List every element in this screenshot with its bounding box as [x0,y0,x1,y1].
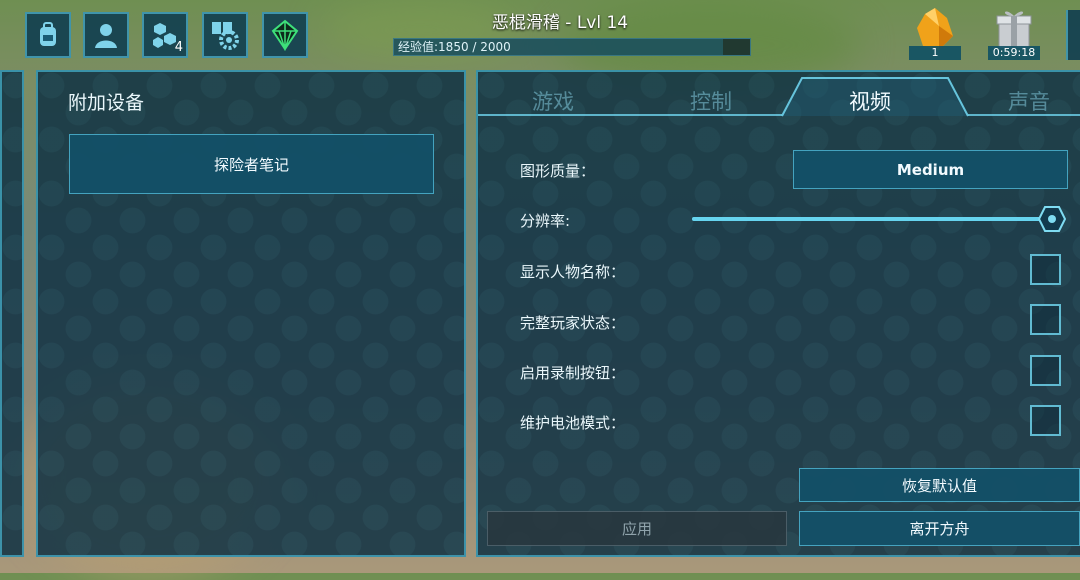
character-profile-icon[interactable] [83,12,129,58]
settings-gear-icon[interactable] [202,12,248,58]
element-resource[interactable]: 1 [909,6,961,60]
battery-mode-checkbox[interactable] [1030,405,1061,436]
xp-label: 经验值:1850 / 2000 [398,40,511,54]
xp-bar: 经验值:1850 / 2000 [393,38,751,56]
left-edge-panel [0,70,24,557]
tab-game[interactable]: 游戏 [532,86,574,116]
record-button-label: 启用录制按钮： [520,364,626,382]
resolution-slider-fill [692,217,1048,221]
resolution-label: 分辨率: [520,212,571,230]
battery-mode-label: 维护电池模式： [520,414,626,432]
apply-button[interactable]: 应用 [487,511,787,546]
show-names-label: 显示人物名称： [520,263,626,281]
show-names-checkbox[interactable] [1030,254,1061,285]
engrams-badge: 4 [174,40,183,55]
record-button-checkbox[interactable] [1030,355,1061,386]
tab-video[interactable]: 视频 [849,86,891,116]
resolution-slider-thumb[interactable] [1038,206,1066,232]
graphics-quality-select[interactable]: Medium [793,150,1068,189]
tab-underline-right [968,114,1080,116]
gift-timer: 0:59:18 [988,46,1040,60]
tab-controls[interactable]: 控制 [690,86,732,116]
leave-ark-button[interactable]: 离开方舟 [799,511,1080,546]
accessories-heading: 附加设备 [68,92,145,114]
reset-defaults-button[interactable]: 恢复默认值 [799,468,1080,502]
inventory-backpack-icon[interactable] [25,12,71,58]
gift-box[interactable]: 0:59:18 [988,6,1040,60]
explorer-notes-button[interactable]: 探险者笔记 [69,134,434,194]
full-player-status-checkbox[interactable] [1030,304,1061,335]
side-menu-handle[interactable] [1066,10,1080,60]
accessories-panel: 附加设备 探险者笔记 [36,70,466,557]
graphics-quality-label: 图形质量： [520,162,596,180]
full-player-status-label: 完整玩家状态： [520,314,626,332]
tribe-crystal-icon[interactable] [262,12,308,58]
engrams-icon[interactable]: 4 [142,12,188,58]
player-title: 恶棍滑稽 - Lvl 14 [491,13,629,33]
tab-audio[interactable]: 声音 [1008,86,1050,116]
tab-underline-left [478,114,782,116]
resolution-slider-track[interactable] [692,217,1048,221]
resource-count: 1 [909,46,961,60]
